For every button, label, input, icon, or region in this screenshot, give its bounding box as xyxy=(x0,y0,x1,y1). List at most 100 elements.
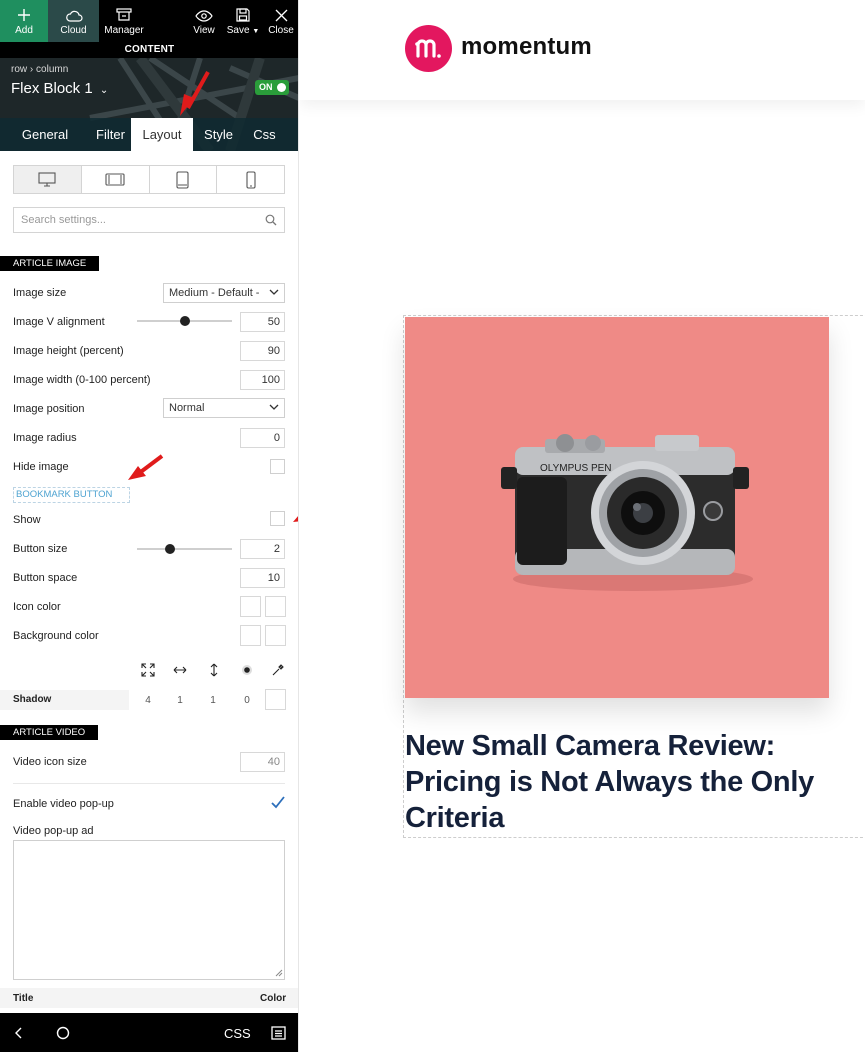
manager-label: Manager xyxy=(104,25,144,36)
view-label: View xyxy=(193,25,215,36)
article-title[interactable]: New Small Camera Review: Pricing is Not … xyxy=(405,728,815,836)
logo-icon[interactable] xyxy=(405,25,452,72)
breadcrumb-separator: › xyxy=(29,64,34,75)
close-label: Close xyxy=(268,25,294,36)
device-mobile-button[interactable] xyxy=(217,166,284,193)
menu-icon[interactable] xyxy=(271,1026,286,1040)
button-space-input[interactable]: 10 xyxy=(240,568,285,588)
css-button[interactable]: CSS xyxy=(224,1026,251,1041)
image-radius-input[interactable]: 0 xyxy=(240,428,285,448)
video-popup-ad-textarea[interactable] xyxy=(13,840,285,980)
breadcrumb-row[interactable]: row xyxy=(11,64,27,75)
add-label: Add xyxy=(15,25,33,36)
vertical-arrows-icon[interactable] xyxy=(207,663,221,677)
circle-icon[interactable] xyxy=(56,1026,70,1040)
logo-text[interactable]: momentum xyxy=(461,33,592,61)
expand-icon[interactable] xyxy=(141,663,155,677)
slider-thumb[interactable] xyxy=(180,316,190,326)
icon-color-hover-swatch[interactable] xyxy=(265,596,286,617)
horizontal-arrows-icon[interactable] xyxy=(173,663,187,677)
save-button[interactable]: Save ▼ xyxy=(223,0,263,42)
image-v-alignment-input[interactable]: 50 xyxy=(240,312,285,332)
resize-handle-icon[interactable] xyxy=(274,968,283,977)
shadow-x-value[interactable]: 4 xyxy=(138,695,158,706)
tab-style[interactable]: Style xyxy=(193,118,244,151)
block-enabled-toggle[interactable]: ON xyxy=(255,80,289,95)
breadcrumb: row › column xyxy=(11,64,68,75)
icon-color-swatch[interactable] xyxy=(240,596,261,617)
camera-illustration: OLYMPUS PEN xyxy=(501,434,753,591)
cloud-label: Cloud xyxy=(60,25,87,36)
video-icon-size-input[interactable]: 40 xyxy=(240,752,285,772)
image-position-select[interactable]: Normal xyxy=(163,398,285,418)
chevron-down-icon: ⌄ xyxy=(99,85,109,96)
icon-color-label: Icon color xyxy=(13,601,61,613)
video-icon-size-label: Video icon size xyxy=(13,756,87,768)
eyedropper-icon[interactable] xyxy=(271,663,285,677)
article-image-header: ARTICLE IMAGE xyxy=(0,256,100,271)
tablet-landscape-icon xyxy=(105,173,125,186)
enable-video-popup-checkbox[interactable] xyxy=(270,795,286,811)
bookmark-show-checkbox[interactable] xyxy=(270,511,285,526)
bookmark-button-header: BOOKMARK BUTTON xyxy=(13,487,130,503)
image-position-value: Normal xyxy=(169,402,205,414)
close-icon xyxy=(275,9,287,22)
tab-general[interactable]: General xyxy=(0,118,90,151)
cloud-button[interactable]: Cloud xyxy=(48,0,99,42)
plus-icon xyxy=(18,9,30,21)
hide-image-label: Hide image xyxy=(13,461,69,473)
settings-panel: Add Cloud Manager View Save ▼ Close CONT… xyxy=(0,0,299,1052)
camera-brand: OLYMPUS PEN xyxy=(540,463,612,474)
image-width-input[interactable]: 100 xyxy=(240,370,285,390)
manager-button[interactable]: Manager xyxy=(99,0,149,42)
settings-tabs: General Filter Layout Style Css xyxy=(0,118,298,151)
tab-css[interactable]: Css xyxy=(244,118,285,151)
search-input[interactable] xyxy=(14,209,265,231)
content-strip: CONTENT xyxy=(0,42,298,58)
page-preview: momentum OLYMPUS PEN New Small Camera Re… xyxy=(300,0,865,1052)
device-switcher xyxy=(13,165,285,194)
device-desktop-button[interactable] xyxy=(14,166,82,193)
image-position-label: Image position xyxy=(13,403,85,415)
slider-thumb[interactable] xyxy=(165,544,175,554)
button-size-label: Button size xyxy=(13,543,68,555)
close-button[interactable]: Close xyxy=(263,0,298,42)
article-image[interactable]: OLYMPUS PEN xyxy=(405,317,829,698)
background-color-swatch[interactable] xyxy=(240,625,261,646)
device-tablet-landscape-button[interactable] xyxy=(82,166,150,193)
shadow-spread-value[interactable]: 0 xyxy=(237,695,257,706)
button-size-input[interactable]: 2 xyxy=(240,539,285,559)
button-size-slider[interactable] xyxy=(137,544,232,554)
image-height-input[interactable]: 90 xyxy=(240,341,285,361)
image-size-value: Medium - Default - xyxy=(169,287,260,299)
toggle-label: ON xyxy=(259,82,273,92)
background-color-hover-swatch[interactable] xyxy=(265,625,286,646)
article-video-header: ARTICLE VIDEO xyxy=(0,725,99,740)
settings-search xyxy=(13,207,285,233)
blur-icon[interactable] xyxy=(240,663,254,677)
image-radius-label: Image radius xyxy=(13,432,77,444)
bottom-bar: CSS xyxy=(0,1013,298,1052)
hide-image-checkbox[interactable] xyxy=(270,459,285,474)
top-toolbar: Add Cloud Manager View Save ▼ Close xyxy=(0,0,298,42)
block-title[interactable]: Flex Block 1 ⌄ xyxy=(11,80,108,97)
view-button[interactable]: View xyxy=(185,0,223,42)
breadcrumb-column[interactable]: column xyxy=(36,64,68,75)
image-height-label: Image height (percent) xyxy=(13,345,124,357)
eye-icon xyxy=(195,10,213,22)
tab-layout[interactable]: Layout xyxy=(131,118,193,151)
annotation-arrow xyxy=(128,454,164,480)
shadow-y-value[interactable]: 1 xyxy=(170,695,190,706)
logo-m-glyph xyxy=(415,39,441,58)
back-icon[interactable] xyxy=(14,1027,24,1039)
background-color-label: Background color xyxy=(13,630,99,642)
shadow-blur-value[interactable]: 1 xyxy=(203,695,223,706)
device-tablet-portrait-button[interactable] xyxy=(150,166,218,193)
desktop-icon xyxy=(38,172,56,187)
tab-filter[interactable]: Filter xyxy=(90,118,131,151)
annotation-arrow xyxy=(180,71,210,116)
image-v-alignment-slider[interactable] xyxy=(137,316,232,326)
add-button[interactable]: Add xyxy=(0,0,48,42)
image-size-select[interactable]: Medium - Default - xyxy=(163,283,285,303)
shadow-color-swatch[interactable] xyxy=(265,689,286,710)
